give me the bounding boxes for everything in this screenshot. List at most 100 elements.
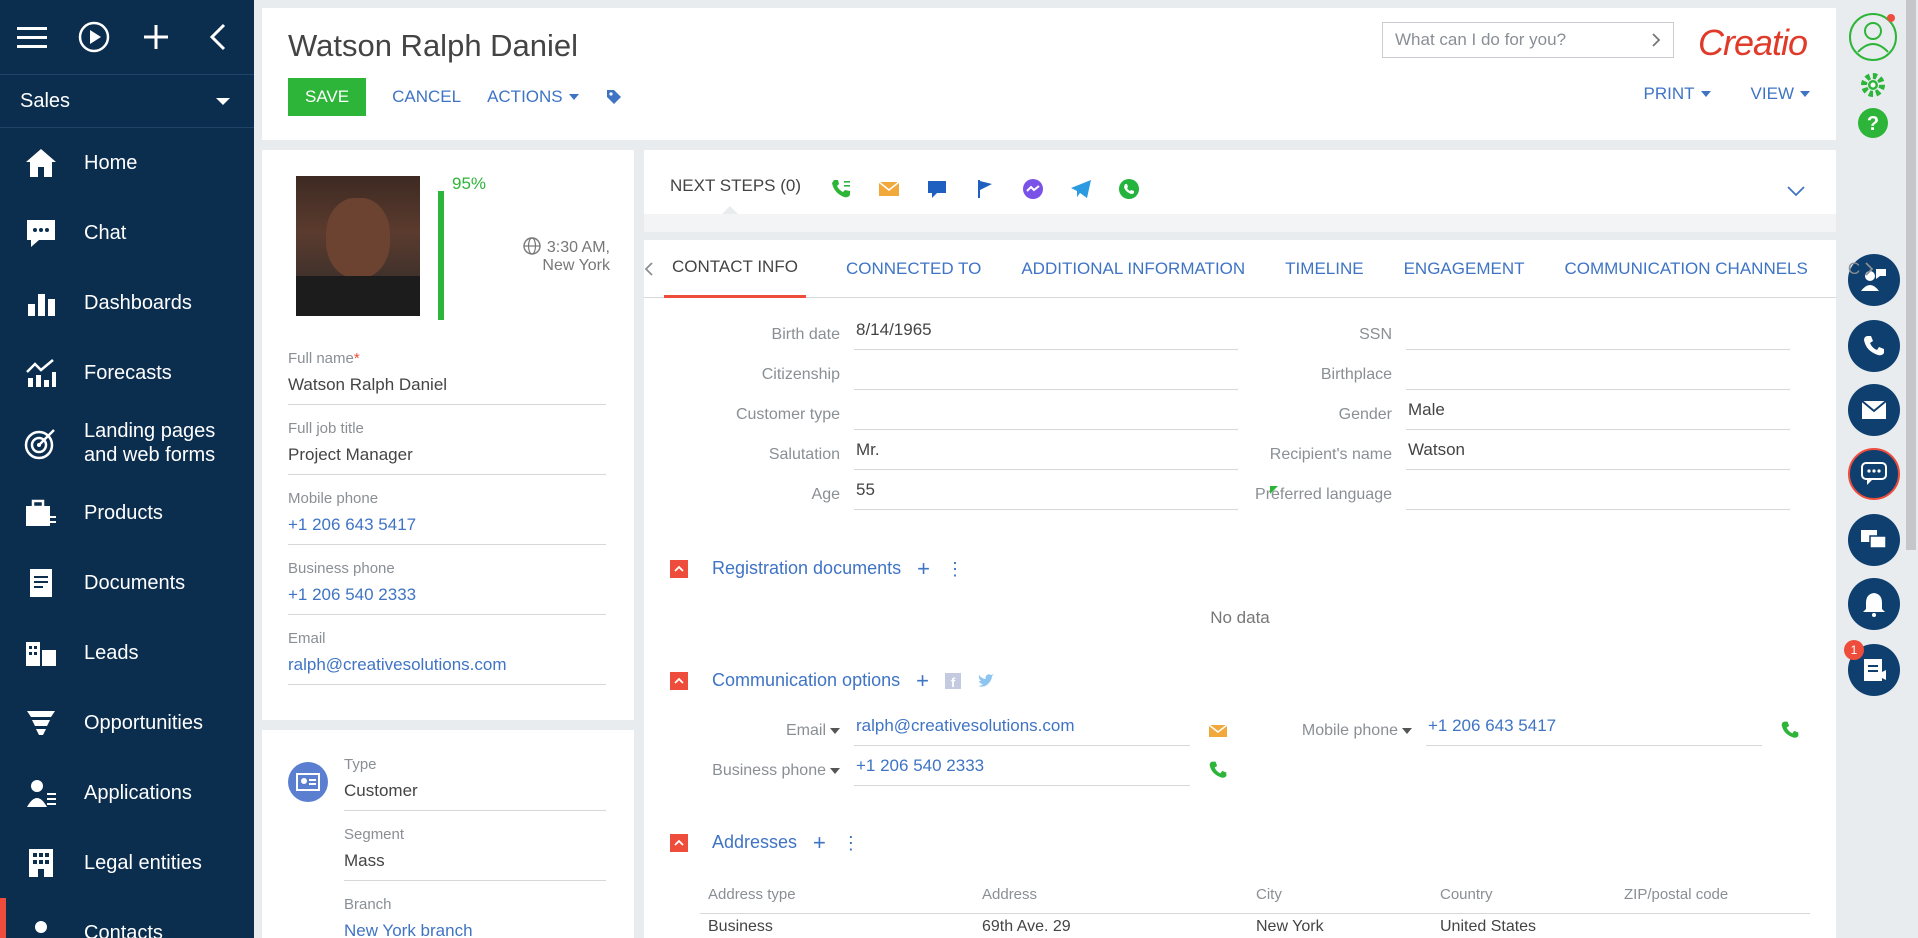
telegram-icon[interactable] (1068, 176, 1094, 202)
email-input[interactable]: ralph@creativesolutions.com (288, 655, 606, 685)
column-header[interactable]: ZIP/postal code (1616, 886, 1806, 913)
tabs-scroll-right[interactable] (1864, 240, 1874, 298)
tab-communication-channels[interactable]: COMMUNICATION CHANNELS (1564, 240, 1807, 298)
whatsapp-icon[interactable] (1116, 176, 1142, 202)
view-button[interactable]: VIEW (1751, 84, 1810, 104)
chat-button[interactable] (1848, 448, 1900, 500)
sidebar-item-chat[interactable]: Chat (0, 198, 254, 268)
column-header[interactable]: City (1248, 886, 1432, 913)
tab-timeline[interactable]: TIMELINE (1285, 240, 1363, 298)
cancel-button[interactable]: CANCEL (392, 87, 461, 107)
add-icon[interactable]: + (917, 557, 930, 579)
twitter-icon[interactable] (977, 673, 995, 689)
collapse-section-button[interactable] (670, 833, 688, 852)
column-header[interactable]: Address type (700, 886, 974, 913)
section-title[interactable]: Registration documents (712, 558, 901, 579)
more-options-icon[interactable]: ⋮ (842, 834, 860, 852)
type-input[interactable]: Customer (344, 781, 606, 811)
field-value[interactable] (854, 360, 1238, 390)
column-header[interactable]: Address (974, 886, 1248, 913)
expand-next-steps-button[interactable] (1786, 184, 1806, 202)
tag-button[interactable] (605, 88, 623, 106)
comm-mobile-value[interactable]: +1 206 643 5417 (1426, 716, 1762, 746)
print-button[interactable]: PRINT (1644, 84, 1711, 104)
comm-email-value[interactable]: ralph@creativesolutions.com (854, 716, 1190, 746)
add-icon[interactable]: + (813, 831, 826, 853)
job-title-input[interactable]: Project Manager (288, 445, 606, 475)
envelope-icon[interactable] (1208, 724, 1228, 738)
tasks-button[interactable]: 1 (1844, 640, 1900, 696)
field-value[interactable]: Mr. (854, 440, 1238, 470)
sidebar-item-products[interactable]: Products (0, 478, 254, 548)
column-header[interactable]: Country (1432, 886, 1616, 913)
business-phone-input[interactable]: +1 206 540 2333 (288, 585, 606, 615)
workplace-selector[interactable]: Sales (0, 74, 254, 128)
sidebar-item-applications[interactable]: Applications (0, 758, 254, 828)
branch-input[interactable]: New York branch (344, 921, 606, 938)
next-steps-label[interactable]: NEXT STEPS (0) (670, 176, 801, 196)
sidebar-item-opportunities[interactable]: Opportunities (0, 688, 254, 758)
tab-contact-info[interactable]: CONTACT INFO (664, 240, 806, 298)
comm-email-type[interactable]: Email (664, 722, 854, 746)
actions-button[interactable]: ACTIONS (487, 87, 579, 107)
settings-button[interactable] (1856, 68, 1890, 107)
contact-photo[interactable] (296, 176, 420, 316)
sidebar-item-forecasts[interactable]: Forecasts (0, 338, 254, 408)
sidebar-item-legal-entities[interactable]: Legal entities (0, 828, 254, 898)
full-name-input[interactable]: Watson Ralph Daniel (288, 375, 606, 405)
field-value[interactable]: 8/14/1965 (854, 320, 1238, 350)
type-label: Type (344, 756, 377, 773)
help-button[interactable]: ? (1856, 106, 1890, 145)
add-icon[interactable]: + (916, 669, 929, 691)
tabs-scroll-left[interactable] (644, 240, 654, 298)
more-options-icon[interactable]: ⋮ (946, 560, 964, 578)
comm-business-type[interactable]: Business phone (664, 762, 854, 786)
field-value[interactable]: Watson (1406, 440, 1790, 470)
sidebar-item-landing-pages[interactable]: Landing pages and web forms (0, 408, 254, 478)
phone-icon[interactable] (1780, 720, 1800, 740)
sidebar-item-contacts[interactable]: Contacts (0, 898, 254, 938)
tab-additional-information[interactable]: ADDITIONAL INFORMATION (1021, 240, 1245, 298)
field-value[interactable] (1406, 360, 1790, 390)
call-log-icon[interactable] (828, 176, 854, 202)
segment-input[interactable]: Mass (344, 851, 606, 881)
sidebar-item-dashboards[interactable]: Dashboards (0, 268, 254, 338)
add-icon[interactable] (140, 21, 172, 53)
section-title[interactable]: Communication options (712, 670, 900, 691)
feed-button[interactable] (1848, 514, 1900, 566)
notifications-button[interactable] (1848, 578, 1900, 630)
sidebar-item-home[interactable]: Home (0, 128, 254, 198)
envelope-icon[interactable] (876, 176, 902, 202)
tab-truncated[interactable]: C (1848, 240, 1860, 298)
collapse-sidebar-icon[interactable] (202, 21, 234, 53)
comm-mobile-type[interactable]: Mobile phone (1236, 722, 1426, 746)
comment-icon[interactable] (924, 176, 950, 202)
tab-connected-to[interactable]: CONNECTED TO (846, 240, 981, 298)
table-row[interactable]: Business 69th Ave. 29 New York United St… (700, 918, 1810, 938)
mobile-phone-input[interactable]: +1 206 643 5417 (288, 515, 606, 545)
field-value[interactable] (854, 400, 1238, 430)
tab-engagement[interactable]: ENGAGEMENT (1404, 240, 1525, 298)
page-scrollbar[interactable] (1906, 0, 1916, 550)
menu-icon[interactable] (16, 21, 48, 53)
field-value[interactable]: 55 (854, 480, 1238, 510)
command-search-input[interactable]: What can I do for you? (1382, 22, 1674, 58)
phone-icon[interactable] (1208, 760, 1228, 780)
save-button[interactable]: SAVE (288, 78, 367, 116)
field-value[interactable] (1406, 480, 1790, 510)
facebook-icon[interactable]: f (944, 672, 961, 689)
field-value[interactable] (1406, 320, 1790, 350)
flag-icon[interactable] (972, 176, 998, 202)
profile-avatar[interactable] (1848, 12, 1898, 62)
messenger-icon[interactable] (1020, 176, 1046, 202)
comm-business-value[interactable]: +1 206 540 2333 (854, 756, 1190, 786)
collapse-section-button[interactable] (670, 671, 688, 690)
sidebar-item-leads[interactable]: Leads (0, 618, 254, 688)
sidebar-item-documents[interactable]: Documents (0, 548, 254, 618)
email-button[interactable] (1848, 384, 1900, 436)
field-value[interactable]: Male (1406, 400, 1790, 430)
section-title[interactable]: Addresses (712, 832, 797, 853)
phone-button[interactable] (1848, 320, 1900, 372)
run-process-icon[interactable] (78, 21, 110, 53)
collapse-section-button[interactable] (670, 559, 688, 578)
